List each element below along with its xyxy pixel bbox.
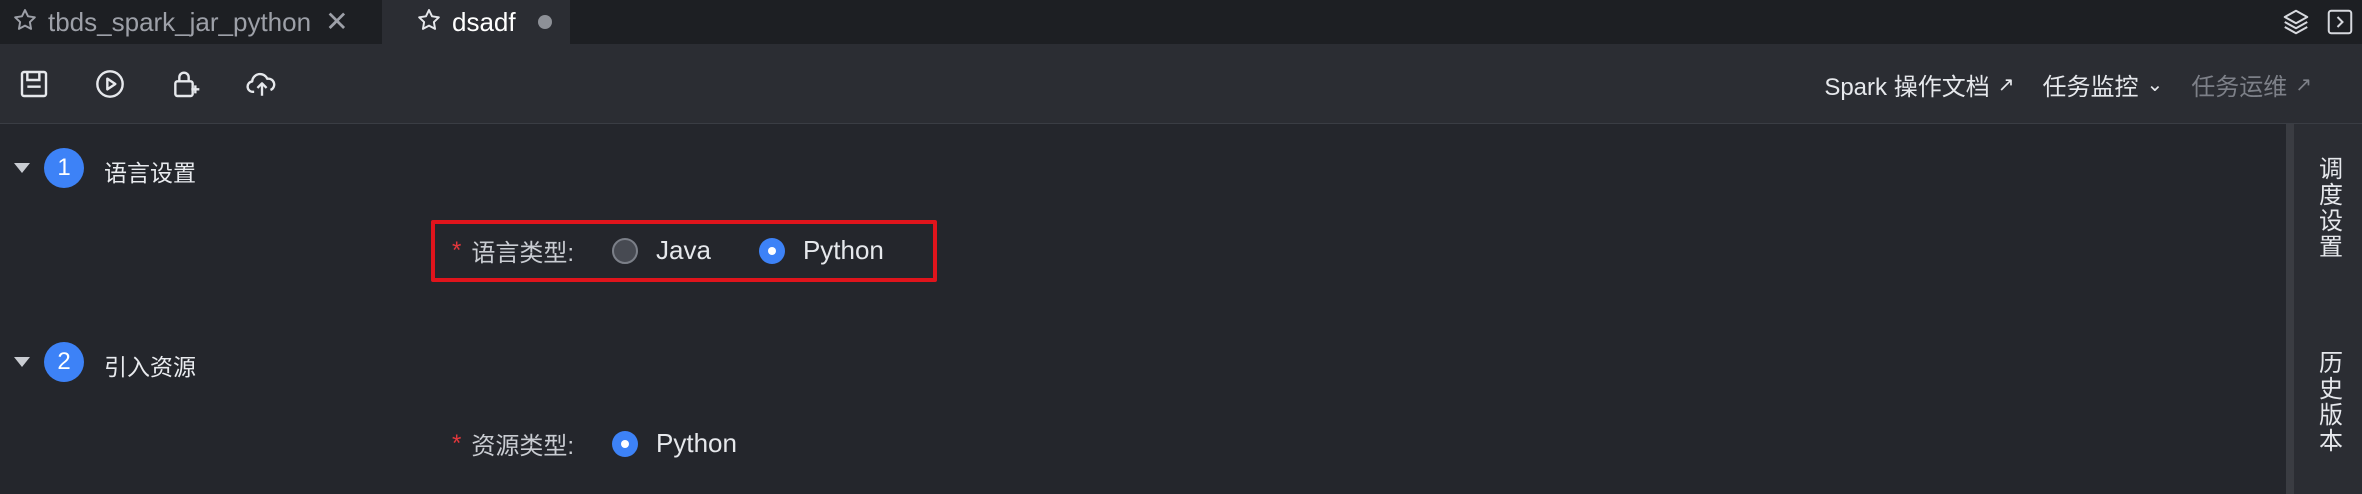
section-title-resources: 引入资源: [104, 354, 196, 380]
external-link-icon: ↗: [2295, 73, 2312, 96]
radio-resource-python[interactable]: Python: [612, 428, 737, 459]
step-badge: 1: [44, 148, 84, 188]
unsaved-dot-icon[interactable]: [537, 15, 552, 29]
cloud-upload-icon[interactable]: [242, 64, 282, 104]
right-sidebar: 调度设置 历史版本: [2286, 124, 2362, 494]
radio-selected-icon[interactable]: [612, 430, 639, 457]
task-ops-link[interactable]: 任务运维 ↗: [2191, 67, 2312, 102]
required-mark: *: [452, 429, 462, 457]
close-icon[interactable]: ✕: [325, 8, 348, 36]
tab-bar: tbds_spark_jar_python ✕ dsadf: [0, 0, 2362, 44]
collapse-caret-icon[interactable]: [14, 357, 30, 367]
chevron-down-icon: ⌄: [2146, 73, 2164, 96]
toolbar-links: Spark 操作文档 ↗ 任务监控 ⌄ 任务运维 ↗: [1796, 44, 2312, 124]
sidebar-tab-label: 历史版本: [2314, 350, 2342, 454]
step-badge: 2: [44, 342, 84, 382]
expand-panel-icon[interactable]: [2318, 0, 2362, 44]
field-label: 资源类型:: [471, 433, 575, 460]
tab-label: dsadf: [452, 6, 516, 37]
resource-type-field: * 资源类型: Python: [452, 426, 737, 461]
spark-docs-link[interactable]: Spark 操作文档 ↗: [1824, 67, 2014, 102]
link-label: 任务运维: [2191, 73, 2288, 101]
tab-tbds-spark-jar-python[interactable]: tbds_spark_jar_python ✕: [0, 0, 382, 44]
collapse-caret-icon[interactable]: [14, 163, 30, 173]
link-label: 任务监控: [2042, 73, 2139, 101]
history-versions-tab[interactable]: 历史版本: [2294, 350, 2362, 454]
sidebar-tab-label: 调度设置: [2314, 156, 2342, 260]
config-panel: 1 语言设置 * 语言类型: Java Python 2 引入资源 * 资源类型…: [0, 124, 2286, 494]
layers-icon[interactable]: [2274, 0, 2318, 44]
task-monitor-dropdown[interactable]: 任务监控 ⌄: [2042, 67, 2163, 102]
star-icon[interactable]: [416, 7, 442, 38]
tab-label: tbds_spark_jar_python: [48, 6, 312, 37]
toolbar: Spark 操作文档 ↗ 任务监控 ⌄ 任务运维 ↗: [0, 44, 2362, 124]
tabbar-actions: [2274, 0, 2362, 44]
section-title-language: 语言设置: [104, 160, 196, 186]
save-icon[interactable]: [14, 64, 54, 104]
run-icon[interactable]: [90, 64, 130, 104]
star-icon[interactable]: [12, 7, 38, 38]
tab-dsadf[interactable]: dsadf: [382, 0, 570, 44]
radio-label: Python: [656, 428, 737, 458]
schedule-settings-tab[interactable]: 调度设置: [2294, 156, 2362, 260]
highlight-box: [431, 220, 937, 282]
link-label: Spark 操作文档: [1824, 73, 1990, 101]
lock-add-icon[interactable]: [166, 64, 206, 104]
external-link-icon: ↗: [1997, 73, 2015, 96]
